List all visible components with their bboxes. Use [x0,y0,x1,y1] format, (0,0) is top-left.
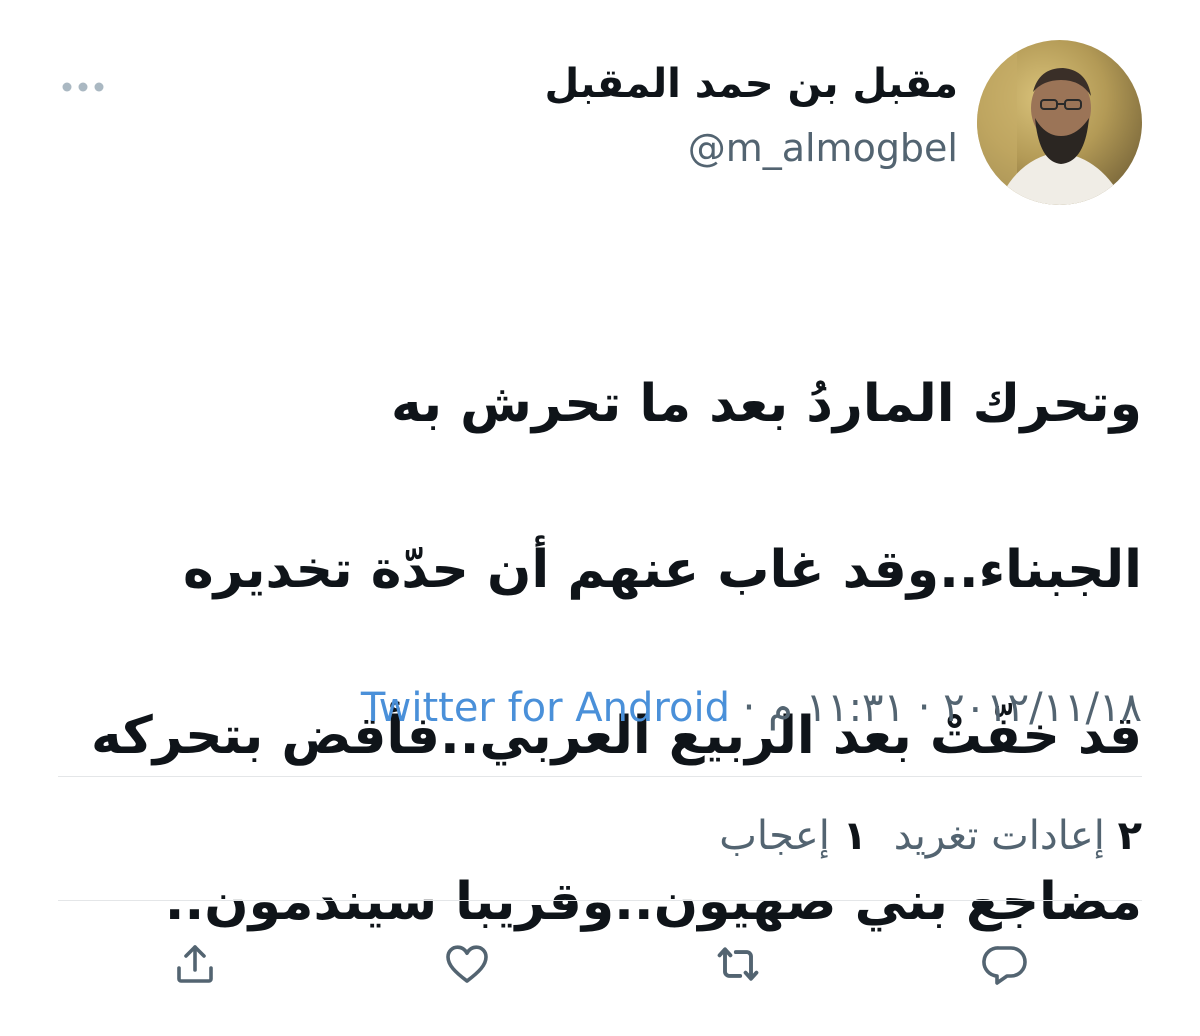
author-handle[interactable]: @m_almogbel [688,126,958,172]
tweet-stats: ٢ إعادات تغريد ١ إعجاب [705,812,1142,860]
tweet-source-link[interactable]: Twitter for Android [361,685,730,731]
avatar[interactable] [977,40,1142,205]
retweets-count: ٢ [1117,813,1142,859]
meta-separator: · [917,685,931,731]
tweet-time[interactable]: ١١:٣١ م [768,685,905,731]
reply-button[interactable] [975,934,1035,994]
tweet-text-line: الجبناء..وقد غاب عنهم أن حدّة تخديره [182,540,1142,600]
heart-icon [446,945,488,983]
retweets-stat[interactable]: ٢ إعادات تغريد [881,813,1142,859]
retweets-label: إعادات تغريد [893,813,1105,859]
share-button[interactable] [165,934,225,994]
likes-count: ١ [842,813,868,859]
tweet-text-line: مضاجع بني صهيون..وقريبا سيندمون.. [164,872,1142,932]
tweet-text: وتحرك الماردُ بعد ما تحرش به الجبناء..وق… [60,280,1142,1027]
more-options-button[interactable] [58,72,108,102]
tweet-date[interactable]: ٢٠١٢/١١/١٨ [943,685,1142,731]
tweet-metadata: ٢٠١٢/١١/١٨ · ١١:٣١ م · Twitter for Andro… [361,684,1142,732]
meta-separator: · [742,685,756,731]
divider [58,776,1142,777]
author-display-name[interactable]: مقبل بن حمد المقبل [545,60,959,108]
retweet-button[interactable] [708,934,768,994]
likes-label: إعجاب [719,813,830,859]
more-dots-icon [62,82,104,92]
divider [58,900,1142,901]
tweet-text-line: وتحرك الماردُ بعد ما تحرش به [390,374,1142,434]
like-button[interactable] [437,934,497,994]
likes-stat[interactable]: ١ إعجاب [719,813,867,859]
retweet-icon [717,947,759,981]
reply-icon [982,946,1027,985]
share-icon [177,945,213,983]
